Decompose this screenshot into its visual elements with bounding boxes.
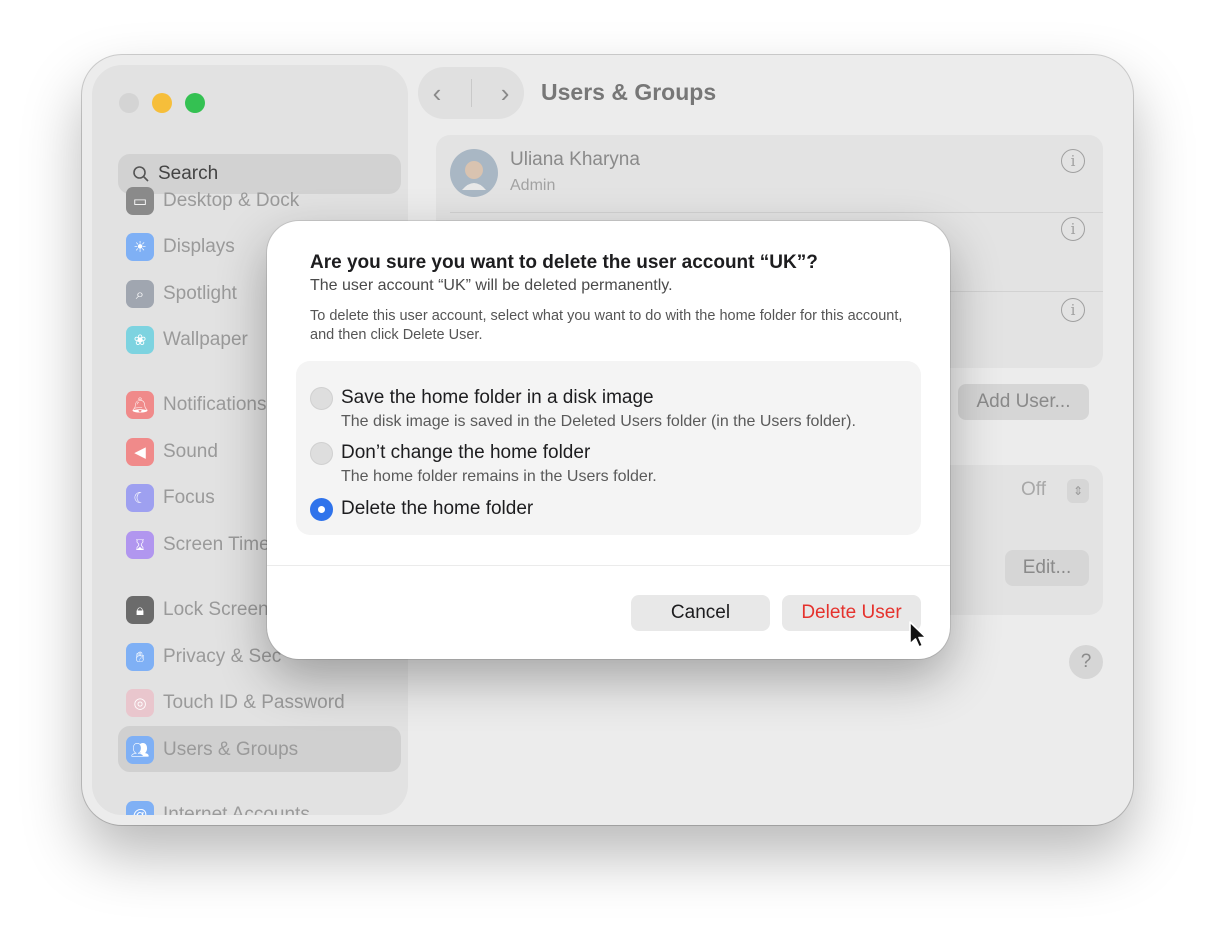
maximize-window-button[interactable] bbox=[185, 93, 205, 113]
option-help-text: The home folder remains in the Users fol… bbox=[341, 468, 657, 485]
search-icon bbox=[133, 166, 149, 182]
user-role: Admin bbox=[510, 177, 556, 194]
nav-divider bbox=[470, 79, 472, 107]
sidebar-item-label: Touch ID & Password bbox=[163, 692, 345, 713]
info-icon[interactable]: i bbox=[1061, 149, 1085, 173]
sidebar-item-desktop-dock[interactable]: ▭ Desktop & Dock bbox=[126, 185, 299, 217]
delete-user-button[interactable]: Delete User bbox=[782, 595, 921, 631]
dialog-title: Are you sure you want to delete the user… bbox=[310, 252, 818, 273]
sidebar-item-users-groups[interactable]: 👥︎ Users & Groups bbox=[126, 734, 298, 766]
sidebar-item-label: Privacy & Sec bbox=[163, 646, 282, 667]
page-title: Users & Groups bbox=[541, 79, 717, 105]
sidebar-item-label: Sound bbox=[163, 441, 218, 462]
option-label: Delete the home folder bbox=[341, 498, 534, 519]
sidebar-item-label: Wallpaper bbox=[163, 329, 248, 350]
hand-icon: ✋︎ bbox=[126, 643, 154, 671]
sidebar-item-lock-screen[interactable]: 🔒︎ Lock Screen bbox=[126, 594, 269, 626]
sidebar-item-label: Screen Time bbox=[163, 534, 270, 555]
sidebar-item-label: Displays bbox=[163, 236, 235, 257]
sidebar-item-screen-time[interactable]: ⌛︎ Screen Time bbox=[126, 529, 270, 561]
minimize-window-button[interactable] bbox=[152, 93, 172, 113]
sun-icon: ☀ bbox=[126, 233, 154, 261]
radio-button[interactable] bbox=[310, 442, 333, 465]
close-window-button[interactable] bbox=[119, 93, 139, 113]
sidebar-item-spotlight[interactable]: ⌕ Spotlight bbox=[126, 278, 237, 310]
add-user-button[interactable]: Add User... bbox=[958, 384, 1089, 420]
bell-icon: 🔔︎ bbox=[126, 391, 154, 419]
back-chevron-icon[interactable]: ‹ bbox=[433, 78, 442, 109]
sidebar-item-label: Desktop & Dock bbox=[163, 190, 300, 211]
dialog-description: To delete this user account, select what… bbox=[310, 308, 903, 343]
radio-button[interactable] bbox=[310, 387, 333, 410]
dock-icon: ▭ bbox=[126, 187, 154, 215]
dialog-divider bbox=[267, 565, 950, 566]
hourglass-icon: ⌛︎ bbox=[126, 531, 154, 559]
delete-user-dialog: Are you sure you want to delete the user… bbox=[267, 221, 950, 659]
info-icon[interactable]: i bbox=[1061, 298, 1085, 322]
sidebar-item-label: Notifications bbox=[163, 394, 267, 415]
option-label: Don’t change the home folder bbox=[341, 442, 591, 463]
option-help-text: The disk image is saved in the Deleted U… bbox=[341, 413, 856, 430]
user-row[interactable]: Uliana Kharyna Admin i bbox=[436, 135, 1103, 213]
sidebar-item-label: Focus bbox=[163, 487, 215, 508]
sidebar-item-displays[interactable]: ☀ Displays bbox=[126, 231, 235, 263]
radio-button-selected[interactable] bbox=[310, 498, 333, 521]
sidebar-item-internet-accounts[interactable]: @ Internet Accounts bbox=[126, 799, 310, 815]
user-name: Uliana Kharyna bbox=[510, 149, 640, 170]
forward-chevron-icon[interactable]: › bbox=[501, 78, 510, 109]
avatar bbox=[450, 149, 498, 197]
cancel-button[interactable]: Cancel bbox=[631, 595, 770, 631]
mouse-pointer-icon bbox=[909, 621, 927, 648]
stepper-chevrons-icon[interactable]: ⇕ bbox=[1067, 479, 1089, 503]
search-placeholder: Search bbox=[158, 163, 219, 184]
edit-button[interactable]: Edit... bbox=[1005, 550, 1089, 586]
sidebar-item-notifications[interactable]: 🔔︎ Notifications bbox=[126, 389, 267, 421]
flower-icon: ❀ bbox=[126, 326, 154, 354]
sidebar-item-label: Internet Accounts bbox=[163, 804, 310, 815]
dialog-subtitle: The user account “UK” will be deleted pe… bbox=[310, 277, 673, 294]
moon-icon: ☾ bbox=[126, 484, 154, 512]
option-label: Save the home folder in a disk image bbox=[341, 387, 654, 408]
help-button[interactable]: ? bbox=[1069, 645, 1103, 679]
home-folder-options: Save the home folder in a disk image The… bbox=[296, 361, 921, 535]
speaker-icon: ◀ bbox=[126, 438, 154, 466]
sidebar-item-wallpaper[interactable]: ❀ Wallpaper bbox=[126, 324, 248, 356]
at-icon: @ bbox=[126, 801, 154, 815]
users-icon: 👥︎ bbox=[126, 736, 154, 764]
sidebar-item-label: Spotlight bbox=[163, 283, 237, 304]
sidebar-item-label: Lock Screen bbox=[163, 599, 269, 620]
magnifier-icon: ⌕ bbox=[126, 280, 154, 308]
info-icon[interactable]: i bbox=[1061, 217, 1085, 241]
auto-login-value[interactable]: Off bbox=[1021, 479, 1046, 501]
sidebar-item-touch-id[interactable]: ◎ Touch ID & Password bbox=[126, 687, 345, 719]
lock-icon: 🔒︎ bbox=[126, 596, 154, 624]
navigation-buttons: ‹ › bbox=[418, 67, 524, 119]
fingerprint-icon: ◎ bbox=[126, 689, 154, 717]
sidebar-item-privacy-security[interactable]: ✋︎ Privacy & Sec bbox=[126, 641, 281, 673]
sidebar-item-label: Users & Groups bbox=[163, 739, 299, 760]
sidebar-item-sound[interactable]: ◀ Sound bbox=[126, 436, 218, 468]
sidebar-item-focus[interactable]: ☾ Focus bbox=[126, 482, 215, 514]
